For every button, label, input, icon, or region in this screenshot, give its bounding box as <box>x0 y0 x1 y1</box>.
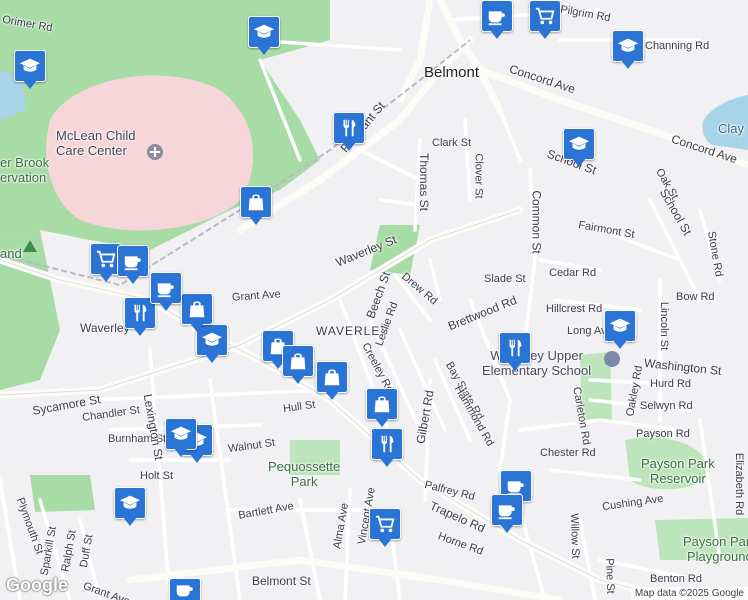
shopping-bag-icon <box>189 301 205 318</box>
poi-label: Payson Park Playground <box>683 534 748 564</box>
school-marker[interactable] <box>248 16 280 56</box>
poi-label: McLean Child Care Center <box>56 128 136 158</box>
school-marker[interactable] <box>114 487 146 527</box>
school-marker[interactable] <box>165 418 197 458</box>
poi-label: Payson Park Reservoir <box>641 456 715 486</box>
park-area <box>30 475 95 512</box>
cafe-marker[interactable] <box>169 578 201 600</box>
coffee-cup-icon <box>488 11 505 26</box>
street-label: Lincoln St <box>658 301 671 351</box>
street-label: Cedar Rd <box>549 267 597 279</box>
shopping-bag-icon <box>248 194 264 211</box>
shopping-marker[interactable] <box>240 186 272 226</box>
street-label: Willow St <box>567 513 582 559</box>
map-attribution[interactable]: Map data ©2025 Google <box>630 587 748 600</box>
street-label: Benton Rd <box>650 573 702 585</box>
cafe-marker[interactable] <box>117 245 149 285</box>
graduation-cap-icon <box>617 38 639 52</box>
shopping-marker[interactable] <box>366 388 398 428</box>
street-label: Hillcrest Rd <box>546 303 603 315</box>
poi-label: Pequossette Park <box>268 459 341 489</box>
restaurant-marker[interactable] <box>371 428 403 468</box>
shopping-bag-icon <box>374 396 390 413</box>
graduation-cap-icon <box>19 58 41 72</box>
restaurant-marker[interactable] <box>333 112 365 152</box>
school-marker[interactable] <box>563 128 595 168</box>
school-marker[interactable] <box>14 50 46 90</box>
street-label: Clover St <box>472 153 485 199</box>
shopping-cart-icon <box>535 7 555 25</box>
place-label: Waverley <box>80 321 130 335</box>
cafe-marker[interactable] <box>491 494 523 534</box>
grocery-marker[interactable] <box>529 0 561 40</box>
school-place-icon <box>604 351 620 367</box>
restaurant-marker[interactable] <box>499 332 531 372</box>
poi-label: er Brook ervation <box>0 155 50 185</box>
shopping-marker[interactable] <box>282 345 314 385</box>
street-label: Selwyn Rd <box>640 400 693 412</box>
street-label: Channing Rd <box>645 40 710 52</box>
fork-knife-icon <box>343 119 356 137</box>
shopping-bag-icon <box>324 369 340 386</box>
graduation-cap-icon <box>119 495 141 509</box>
street-label: Holt St <box>140 470 174 482</box>
shopping-cart-icon <box>375 515 395 533</box>
graduation-cap-icon <box>568 136 590 150</box>
fork-knife-icon <box>381 435 394 453</box>
street-label: Chester Rd <box>540 447 596 459</box>
graduation-cap-icon <box>609 318 631 332</box>
street-label: Belmont St <box>252 574 311 588</box>
street-label: Common St <box>529 190 544 254</box>
graduation-cap-icon <box>253 24 275 38</box>
street-label: Payson Rd <box>636 428 690 440</box>
graduation-cap-icon <box>170 426 192 440</box>
street-label: Clark St <box>432 137 472 149</box>
shopping-marker[interactable] <box>316 361 348 401</box>
street-label: Hurd Rd <box>650 378 691 390</box>
place-label: Belmont <box>424 64 480 81</box>
poi-label: Clay <box>718 121 745 136</box>
street-label: Thomas St <box>417 152 432 212</box>
school-marker[interactable] <box>612 30 644 70</box>
coffee-cup-icon <box>176 585 193 597</box>
school-marker[interactable] <box>604 310 636 350</box>
shopping-bag-icon <box>290 353 306 370</box>
shopping-marker[interactable] <box>181 293 213 333</box>
shopping-cart-icon <box>96 250 116 268</box>
coffee-cup-icon <box>157 283 174 298</box>
street-label: Bow Rd <box>676 291 715 303</box>
cafe-marker[interactable] <box>150 272 182 312</box>
grocery-marker[interactable] <box>369 508 401 548</box>
coffee-cup-icon <box>124 256 141 271</box>
street-label: Slade St <box>484 273 526 285</box>
fork-knife-icon <box>134 304 147 322</box>
poi-label: and <box>0 246 22 261</box>
coffee-cup-icon <box>498 505 515 520</box>
cafe-marker[interactable] <box>481 0 513 40</box>
street-label: Pine St <box>603 558 617 594</box>
map-canvas[interactable]: Belmont Waverley WAVERLEY Concord Ave Co… <box>0 0 748 600</box>
fork-knife-icon <box>509 339 522 357</box>
google-logo: Google <box>6 575 68 595</box>
street-label: Elizabeth Rd <box>733 452 746 516</box>
